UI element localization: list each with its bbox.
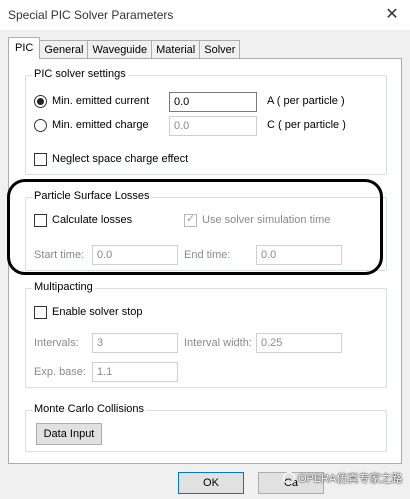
exp-base-input[interactable]: 1.1 [92, 362, 178, 382]
highlight-annotation [7, 179, 383, 275]
neglect-space-charge-label: Neglect space charge effect [52, 153, 189, 165]
emitted-current-radio[interactable] [34, 95, 47, 108]
monte-carlo-group: Monte Carlo Collisions Data Input [25, 403, 387, 452]
emitted-charge-input[interactable]: 0.0 [169, 116, 257, 136]
watermark: OPERA仿真专家之路 [283, 470, 403, 486]
multipacting-title: Multipacting [32, 281, 95, 293]
tab-solver[interactable]: Solver [199, 40, 241, 59]
multipacting-group: Multipacting Enable solver stop Interval… [25, 281, 387, 388]
tab-waveguide[interactable]: Waveguide [87, 40, 153, 59]
enable-solver-stop-checkbox[interactable] [34, 306, 47, 319]
enable-solver-stop-label: Enable solver stop [52, 306, 143, 318]
tab-material[interactable]: Material [151, 40, 201, 59]
tab-pic[interactable]: PIC [8, 37, 41, 59]
emitted-current-input[interactable]: 0.0 [169, 92, 257, 112]
pic-settings-title: PIC solver settings [32, 68, 128, 80]
radio-selected-dot [37, 98, 44, 105]
pic-settings-group: PIC solver settings Min. emitted current… [25, 68, 387, 175]
wechat-logo-icon [283, 472, 295, 484]
intervals-input[interactable]: 3 [92, 333, 178, 353]
window-title: Special PIC Solver Parameters [8, 8, 174, 22]
close-icon[interactable]: ✕ [380, 3, 404, 27]
emitted-charge-unit: C ( per particle ) [267, 119, 346, 131]
tab-general[interactable]: General [39, 40, 89, 59]
emitted-current-unit: A ( per particle ) [267, 95, 345, 107]
watermark-text: OPERA仿真专家之路 [298, 473, 403, 485]
emitted-charge-label: Min. emitted charge [52, 119, 149, 131]
interval-width-label: Interval width: [184, 337, 252, 349]
exp-base-label: Exp. base: [34, 366, 86, 378]
emitted-charge-radio[interactable] [34, 119, 47, 132]
ok-button[interactable]: OK [178, 472, 244, 494]
title-bar: Special PIC Solver Parameters ✕ [0, 0, 410, 30]
tab-strip: PIC General Waveguide Material Solver [8, 37, 241, 59]
monte-carlo-title: Monte Carlo Collisions [32, 403, 147, 415]
emitted-current-label: Min. emitted current [52, 95, 150, 107]
intervals-label: Intervals: [34, 337, 79, 349]
data-input-button[interactable]: Data Input [36, 423, 102, 445]
neglect-space-charge-checkbox[interactable] [34, 153, 47, 166]
interval-width-input[interactable]: 0.25 [256, 333, 342, 353]
